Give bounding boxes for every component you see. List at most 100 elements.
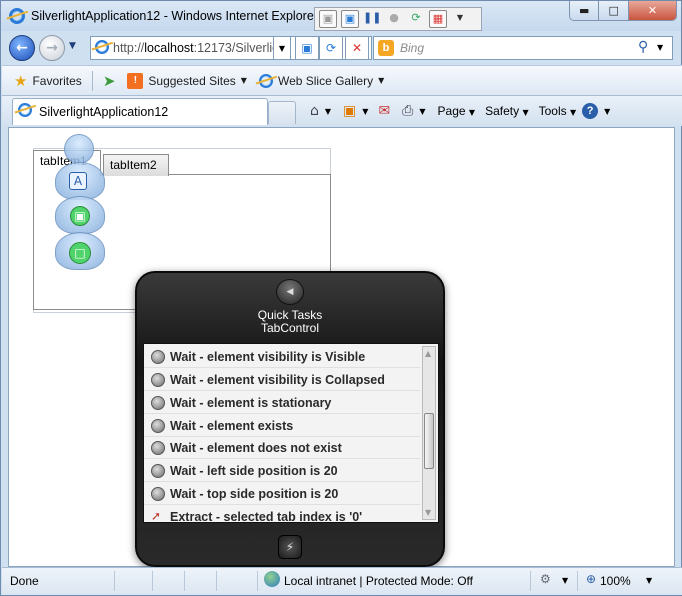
grid-icon[interactable]: ▦	[429, 10, 447, 28]
web-slice-gallery-link[interactable]: Web Slice Gallery ▼	[253, 73, 390, 88]
favorites-bar: ★ Favorites ➤ ! Suggested Sites ▼ Web Sl…	[2, 65, 682, 96]
add-favorite-button[interactable]: ➤	[97, 72, 122, 90]
tools-menu[interactable]: Tools ▼	[539, 104, 577, 118]
status-separator	[577, 571, 578, 591]
tab-row: SilverlightApplication12 ⌂ ▼ ▣ ▼ ✉ ⎙ ▼ Page…	[2, 96, 682, 126]
suggested-sites-label: Suggested Sites	[148, 73, 236, 88]
list-item[interactable]: Wait - element does not exist	[144, 437, 420, 459]
list-item[interactable]: Wait - element is stationary	[144, 392, 420, 414]
chevron-down-icon[interactable]: ▼	[604, 107, 610, 116]
favorites-button[interactable]: ★ Favorites	[2, 72, 88, 90]
list-item[interactable]: ➚ Extract - selected tab index is '0'	[144, 506, 420, 523]
list-item[interactable]: Wait - element visibility is Collapsed	[144, 369, 420, 391]
tab-ie-icon	[18, 103, 32, 117]
status-text: Done	[10, 574, 39, 588]
ie-logo-icon	[9, 8, 25, 24]
address-dropdown-button[interactable]: ▼	[273, 36, 291, 60]
search-dropdown-icon[interactable]: ▼	[657, 43, 663, 52]
status-separator	[152, 571, 153, 591]
quick-tasks-panel: ◀ Quick Tasks TabControl Wait - element …	[135, 271, 445, 567]
close-button[interactable]: ✕	[628, 1, 676, 20]
forward-button[interactable]: →	[39, 35, 65, 61]
print-icon[interactable]: ⎙	[402, 103, 413, 119]
browser-window: SilverlightApplication12 - Windows Inter…	[0, 0, 682, 596]
page-icon	[95, 40, 109, 54]
list-item-label: Extract - selected tab index is '0'	[170, 509, 363, 523]
scroll-up-icon[interactable]: ▲	[425, 349, 431, 358]
list-item-label: Wait - element visibility is Collapsed	[170, 372, 385, 387]
chevron-down-icon[interactable]: ▼	[451, 10, 469, 28]
chevron-down-icon[interactable]: ▼	[646, 576, 652, 585]
refresh-icon[interactable]: ⟳	[407, 10, 425, 28]
history-dropdown[interactable]: ▼	[69, 41, 76, 51]
protected-mode-icon[interactable]: ⚙	[540, 572, 551, 586]
list-item-label: Wait - left side position is 20	[170, 463, 338, 478]
scrollbar-thumb[interactable]	[424, 413, 434, 469]
wait-icon	[151, 487, 165, 501]
scrollbar[interactable]: ▲ ▼	[422, 346, 436, 520]
lock-icon[interactable]: ▣	[319, 10, 337, 28]
list-item-label: Wait - top side position is 20	[170, 486, 339, 501]
web-slice-label: Web Slice Gallery	[277, 73, 374, 88]
minimize-button[interactable]: ▬	[570, 1, 600, 20]
status-separator	[184, 571, 185, 591]
search-input[interactable]: Bing	[373, 36, 673, 60]
pause-icon[interactable]: ❚❚	[363, 10, 381, 28]
stop-button[interactable]: ✕	[345, 36, 369, 60]
separator	[91, 70, 93, 91]
list-item[interactable]: Wait - element exists	[144, 415, 420, 437]
wait-icon	[151, 441, 165, 455]
back-arrow-button[interactable]: ◀	[276, 279, 304, 305]
home-icon[interactable]: ⌂	[310, 103, 319, 119]
zoom-level[interactable]: 100%	[600, 574, 631, 588]
list-item-label: Wait - element does not exist	[170, 440, 342, 455]
help-icon[interactable]: ?	[582, 103, 599, 119]
zoom-icon: ⊕	[586, 572, 597, 586]
title-bar: SilverlightApplication12 - Windows Inter…	[1, 1, 681, 31]
scroll-down-icon[interactable]: ▼	[425, 508, 431, 517]
search-placeholder: Bing	[400, 41, 425, 55]
new-tab-button[interactable]	[268, 101, 296, 124]
add-favorite-icon: ➤	[102, 71, 116, 90]
silverlight-toolbar: ▣ ▣ ❚❚ ● ⟳ ▦ ▼	[314, 7, 482, 31]
status-separator	[530, 571, 531, 591]
screen-icon[interactable]: ▣	[341, 10, 359, 28]
search-icon[interactable]: ⚲	[638, 39, 648, 55]
list-item[interactable]: Wait - element visibility is Visible	[144, 346, 420, 368]
compatibility-button[interactable]: ▣	[295, 36, 319, 60]
status-separator	[257, 571, 258, 591]
chevron-down-icon[interactable]: ▼	[562, 576, 568, 585]
feeds-icon[interactable]: ▣	[343, 103, 356, 119]
back-button[interactable]: ←	[9, 35, 35, 61]
globe-icon	[264, 571, 280, 587]
page-menu[interactable]: Page ▼	[438, 104, 476, 118]
wait-icon	[151, 350, 165, 364]
lightning-button[interactable]: ⚡	[278, 535, 302, 559]
refresh-button[interactable]: ⟳	[319, 36, 343, 60]
suggested-sites-icon: !	[127, 72, 144, 89]
url-host: localhost	[144, 41, 194, 55]
chevron-down-icon[interactable]: ▼	[325, 107, 331, 116]
bing-icon: b	[378, 40, 394, 56]
stop-icon[interactable]: ●	[385, 10, 403, 28]
mail-icon[interactable]: ✉	[378, 103, 390, 119]
chevron-down-icon: ▼	[378, 76, 385, 85]
quick-tasks-list: Wait - element visibility is Visible Wai…	[143, 343, 439, 523]
safety-menu-label: Safety	[485, 104, 520, 118]
list-item[interactable]: Wait - top side position is 20	[144, 483, 420, 505]
chevron-down-icon[interactable]: ▼	[362, 107, 368, 116]
chevron-down-icon[interactable]: ▼	[419, 107, 425, 116]
page-menu-label: Page	[437, 104, 466, 118]
list-item[interactable]: Wait - left side position is 20	[144, 460, 420, 482]
maximize-button[interactable]: □	[599, 1, 629, 20]
wait-icon	[151, 419, 165, 433]
page-content: tabItem2 tabItem1 A ▣ □ ◀ Quick Tasks Ta…	[8, 127, 675, 567]
browser-tab[interactable]: SilverlightApplication12	[12, 98, 268, 125]
tab-item-2[interactable]: tabItem2	[103, 154, 169, 176]
list-item-label: Wait - element is stationary	[170, 395, 332, 410]
security-zone[interactable]: Local intranet | Protected Mode: Off	[284, 574, 473, 588]
quick-tasks-title: Quick Tasks TabControl	[137, 309, 443, 335]
suggested-sites-link[interactable]: ! Suggested Sites ▼	[121, 72, 253, 89]
safety-menu[interactable]: Safety ▼	[485, 104, 529, 118]
url-prefix: http://	[113, 41, 145, 55]
